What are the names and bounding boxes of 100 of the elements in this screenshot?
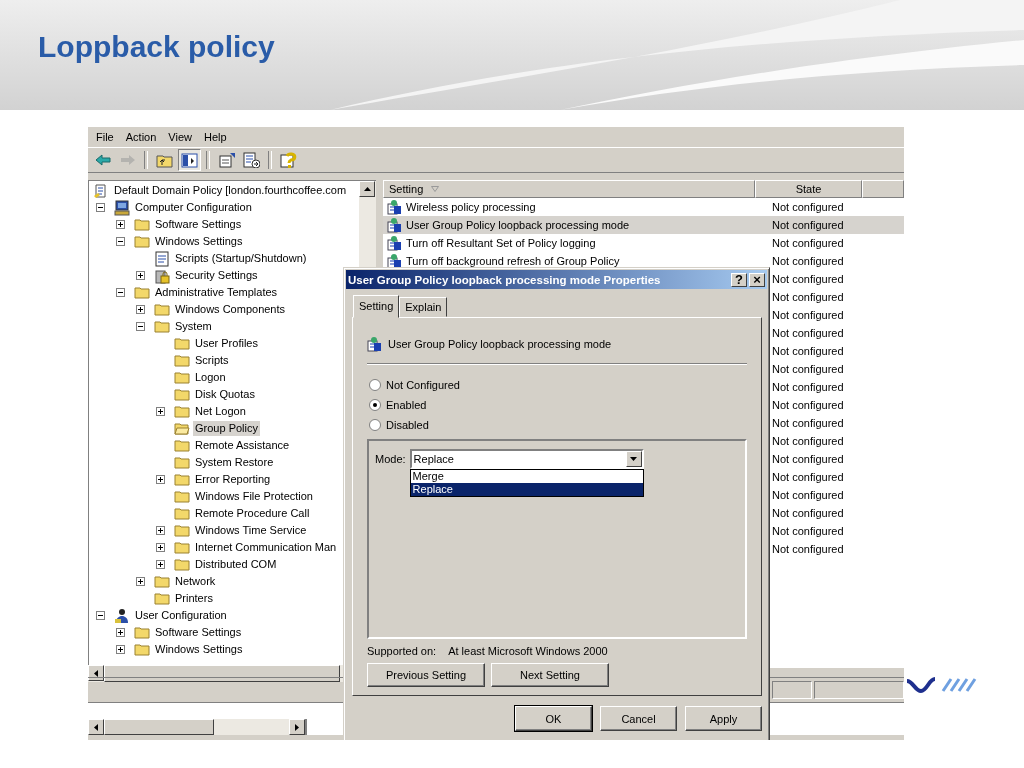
logo-icon: [905, 675, 979, 695]
folder-icon: [134, 233, 150, 250]
tree-item[interactable]: Windows Time Service: [193, 523, 309, 538]
policy-setting-icon: [367, 336, 383, 352]
radio-button[interactable]: [369, 419, 381, 431]
scroll-left-button[interactable]: [88, 719, 104, 735]
state-cell: Not configured: [772, 471, 844, 483]
tree-item[interactable]: User Configuration: [133, 608, 229, 623]
tree-item[interactable]: Computer Configuration: [133, 200, 254, 215]
tab[interactable]: Setting: [353, 295, 400, 318]
state-cell: Not configured: [772, 507, 844, 519]
tree-item[interactable]: Remote Procedure Call: [193, 506, 312, 521]
policy-setting-icon: [387, 217, 403, 233]
nav-button[interactable]: Next Setting: [491, 663, 609, 687]
help-button[interactable]: ?: [731, 272, 747, 287]
dialog-button[interactable]: OK: [515, 706, 592, 731]
radio-label[interactable]: Not Configured: [386, 379, 460, 391]
tab[interactable]: Explain: [399, 297, 448, 317]
expand-toggle[interactable]: [136, 305, 145, 314]
scroll-right-button[interactable]: [289, 719, 305, 735]
tree-item[interactable]: Windows Settings: [153, 642, 245, 657]
tree-item[interactable]: Group Policy: [193, 421, 260, 436]
radio-button[interactable]: [369, 379, 381, 391]
expand-toggle[interactable]: [156, 526, 165, 535]
tree-item[interactable]: Printers: [173, 591, 215, 606]
expand-toggle[interactable]: [136, 271, 145, 280]
expand-toggle[interactable]: [116, 220, 125, 229]
state-cell: Not configured: [772, 435, 844, 447]
expand-toggle[interactable]: [156, 543, 165, 552]
tree-item[interactable]: Windows Settings: [153, 234, 245, 249]
state-cell: Not configured: [772, 201, 844, 213]
tree-item[interactable]: Scripts (Startup/Shutdown): [173, 251, 309, 266]
dialog-button[interactable]: Cancel: [600, 706, 677, 731]
tree-item[interactable]: Distributed COM: [193, 557, 279, 572]
open-folder-icon: [174, 420, 190, 437]
menu-item[interactable]: View: [162, 129, 198, 145]
collapse-toggle[interactable]: [96, 611, 105, 620]
radio-label[interactable]: Enabled: [386, 399, 427, 411]
expand-toggle[interactable]: [156, 407, 165, 416]
dialog-button[interactable]: Apply: [685, 706, 762, 731]
tree-item[interactable]: Software Settings: [153, 217, 244, 232]
policy-title: User Group Policy loopback processing mode: [388, 338, 612, 350]
tree-item[interactable]: System Restore: [193, 455, 276, 470]
up-arrow-icon: [363, 187, 371, 191]
expand-toggle[interactable]: [156, 475, 165, 484]
nav-button[interactable]: Previous Setting: [367, 663, 485, 687]
column-header[interactable]: Setting: [383, 180, 755, 198]
dropdown-arrow-icon: [630, 457, 638, 461]
tree-item[interactable]: Software Settings: [153, 625, 244, 640]
folder-icon: [174, 556, 190, 573]
state-cell: Not configured: [772, 219, 844, 231]
dropdown-option[interactable]: Replace: [410, 483, 643, 496]
dropdown-option[interactable]: Merge: [410, 470, 643, 483]
expand-toggle[interactable]: [156, 560, 165, 569]
tree-item[interactable]: Error Reporting: [193, 472, 273, 487]
toolbar-button[interactable]: [240, 149, 263, 171]
state-cell: Not configured: [772, 489, 844, 501]
scroll-up-button[interactable]: [359, 181, 375, 197]
script-icon: [154, 250, 170, 267]
radio-button[interactable]: [369, 399, 381, 411]
menu-item[interactable]: Help: [197, 129, 233, 145]
expand-toggle[interactable]: [116, 628, 125, 637]
tree-pane-icon: [181, 152, 198, 168]
tree-item[interactable]: Windows File Protection: [193, 489, 315, 504]
back-icon: [94, 152, 111, 168]
toolbar-button[interactable]: [178, 149, 201, 171]
tree-item[interactable]: Administrative Templates: [153, 285, 280, 300]
collapse-toggle[interactable]: [116, 288, 125, 297]
collapse-toggle[interactable]: [96, 203, 105, 212]
tree-item[interactable]: System: [173, 319, 214, 334]
folder-icon: [174, 505, 190, 522]
folder-icon: [174, 488, 190, 505]
expand-toggle[interactable]: [136, 577, 145, 586]
tree-item[interactable]: Scripts: [193, 353, 231, 368]
menu-item[interactable]: File: [90, 129, 120, 145]
folder-icon: [174, 522, 190, 539]
column-header[interactable]: State: [755, 180, 862, 198]
collapse-toggle[interactable]: [116, 237, 125, 246]
state-cell: Not configured: [772, 345, 844, 357]
tree-item[interactable]: Network: [173, 574, 218, 589]
tree-item[interactable]: Default Domain Policy [london.fourthcoffee.com: [112, 183, 349, 198]
tree-item[interactable]: User Profiles: [193, 336, 260, 351]
folder-icon: [154, 301, 170, 318]
collapse-toggle[interactable]: [136, 322, 145, 331]
folder-icon: [154, 318, 170, 335]
tree-item[interactable]: Windows Components: [173, 302, 288, 317]
scroll-thumb[interactable]: [104, 719, 214, 735]
column-header[interactable]: [862, 180, 904, 198]
menu-item[interactable]: Action: [119, 129, 163, 145]
tree-item[interactable]: Internet Communication Man: [193, 540, 339, 555]
tree-item[interactable]: Remote Assistance: [193, 438, 292, 453]
close-button[interactable]: ×: [749, 272, 765, 287]
state-cell: Not configured: [772, 237, 844, 249]
radio-label[interactable]: Disabled: [386, 419, 429, 431]
tree-item[interactable]: Security Settings: [173, 268, 260, 283]
tree-item[interactable]: Logon: [193, 370, 228, 385]
tree-item[interactable]: Net Logon: [193, 404, 248, 419]
dropdown-button[interactable]: [625, 451, 642, 467]
tree-item[interactable]: Disk Quotas: [193, 387, 257, 402]
expand-toggle[interactable]: [116, 645, 125, 654]
